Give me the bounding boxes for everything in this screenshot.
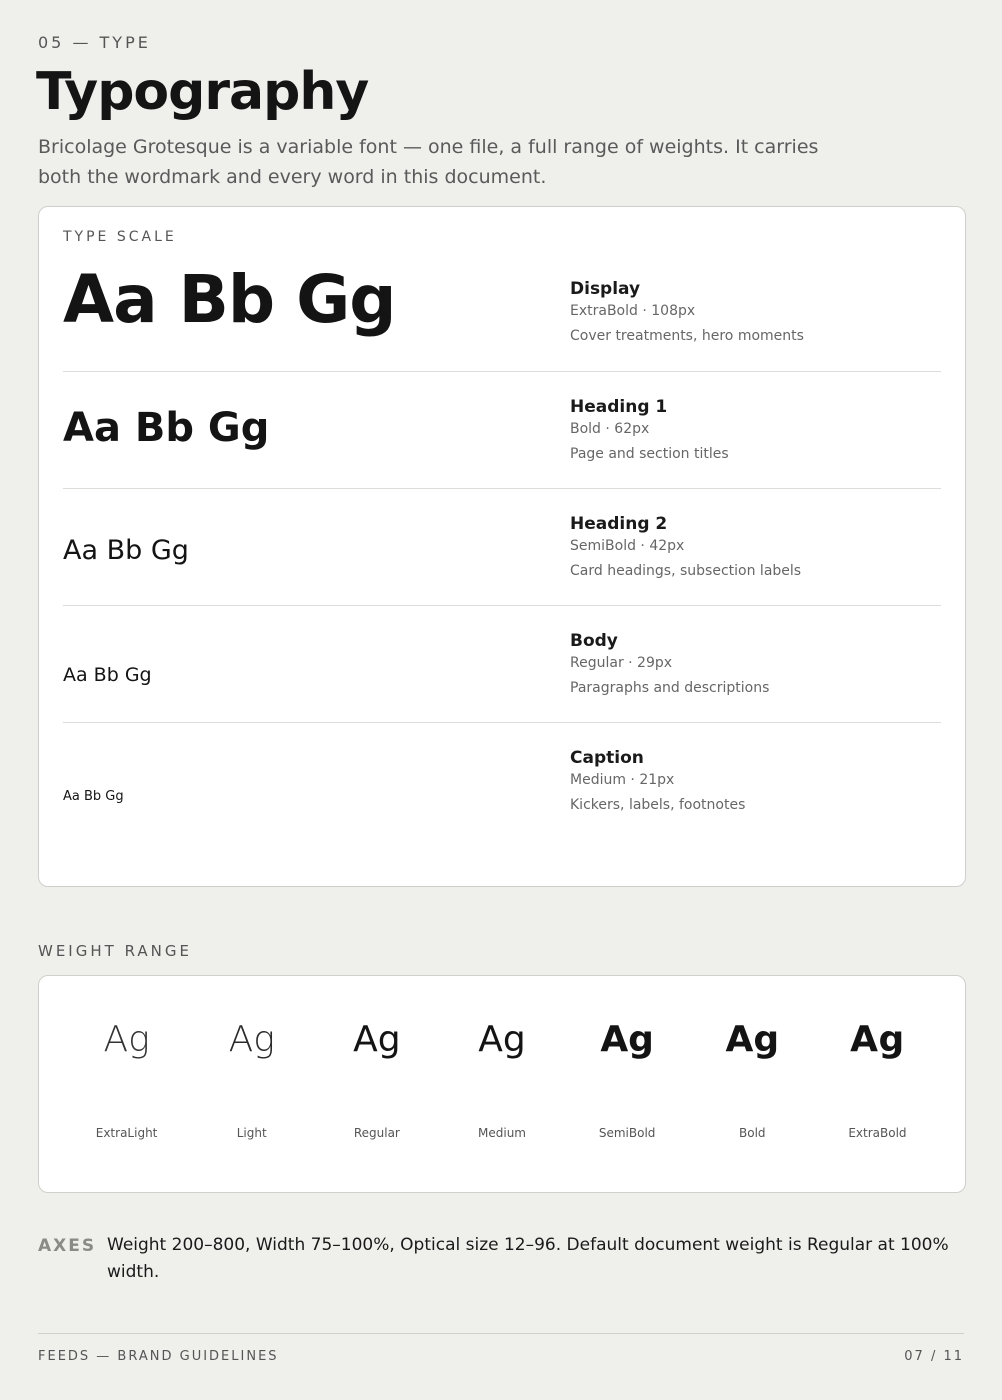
heading1-name: Heading 1 <box>570 397 668 417</box>
heading1-meta: Heading 1 Bold · 62px Page and section t… <box>570 397 729 462</box>
weight-item-light: Ag Light <box>189 976 314 1192</box>
type-scale-row-body: Aa Bb Gg Body Regular · 29px Paragraphs … <box>63 606 941 723</box>
weight-item-bold: Ag Bold <box>690 976 815 1192</box>
weight-list: Ag ExtraLight Ag Light Ag Regular Ag Med… <box>64 976 940 1192</box>
heading2-spec: SemiBold · 42px <box>570 538 685 554</box>
body-meta: Body Regular · 29px Paragraphs and descr… <box>570 631 769 696</box>
weight-glyph: Ag <box>600 1019 654 1060</box>
display-spec: ExtraBold · 108px <box>570 303 696 319</box>
weight-name: Medium <box>478 1126 526 1140</box>
weight-name: Light <box>236 1126 267 1140</box>
weight-item-regular: Ag Regular <box>314 976 439 1192</box>
type-scale-row-heading1: Aa Bb Gg Heading 1 Bold · 62px Page and … <box>63 372 941 489</box>
weight-glyph: Ag <box>103 1019 150 1060</box>
heading2-name: Heading 2 <box>570 514 668 534</box>
heading1-sample: Aa Bb Gg <box>63 405 270 451</box>
display-use: Cover treatments, hero moments <box>570 328 804 344</box>
weight-item-extralight: Ag ExtraLight <box>64 976 189 1192</box>
weight-glyph: Ag <box>850 1019 905 1060</box>
weight-name: ExtraBold <box>848 1126 907 1140</box>
heading1-use: Page and section titles <box>570 446 729 462</box>
type-scale-row-display: Aa Bb Gg Display ExtraBold · 108px Cover… <box>63 247 941 372</box>
footer-page-number: 07 / 11 <box>904 1349 964 1364</box>
weight-range-label: WEIGHT RANGE <box>38 942 192 960</box>
body-sample: Aa Bb Gg <box>63 664 152 686</box>
heading2-meta: Heading 2 SemiBold · 42px Card headings,… <box>570 514 801 579</box>
type-scale-row-caption: Aa Bb Gg Caption Medium · 21px Kickers, … <box>63 723 941 873</box>
caption-sample: Aa Bb Gg <box>63 789 124 804</box>
weight-range-card: Ag ExtraLight Ag Light Ag Regular Ag Med… <box>38 975 966 1193</box>
caption-meta: Caption Medium · 21px Kickers, labels, f… <box>570 748 745 813</box>
page-kicker: 05 — TYPE <box>38 33 151 52</box>
caption-name: Caption <box>570 748 644 768</box>
display-name: Display <box>570 279 641 299</box>
weight-item-semibold: Ag SemiBold <box>565 976 690 1192</box>
heading2-use: Card headings, subsection labels <box>570 563 802 579</box>
type-scale-label: TYPE SCALE <box>63 229 177 245</box>
axes-text: Weight 200–800, Width 75–100%, Optical s… <box>107 1235 949 1282</box>
caption-use: Kickers, labels, footnotes <box>570 797 746 813</box>
weight-name: Regular <box>353 1126 400 1140</box>
display-meta: Display ExtraBold · 108px Cover treatmen… <box>570 279 804 344</box>
footer-document-title: FEEDS — BRAND GUIDELINES <box>38 1349 279 1364</box>
weight-name: Bold <box>739 1126 766 1140</box>
weight-item-medium: Ag Medium <box>439 976 564 1192</box>
footer-divider <box>38 1333 964 1334</box>
body-spec: Regular · 29px <box>570 655 673 671</box>
body-use: Paragraphs and descriptions <box>570 680 770 696</box>
type-scale-row-heading2: Aa Bb Gg Heading 2 SemiBold · 42px Card … <box>63 489 941 606</box>
page-title: Typography <box>36 62 369 122</box>
intro-paragraph: Bricolage Grotesque is a variable font —… <box>38 136 819 188</box>
weight-glyph: Ag <box>478 1019 526 1060</box>
weight-item-extrabold: Ag ExtraBold <box>815 976 940 1192</box>
display-sample: Aa Bb Gg <box>63 261 397 338</box>
weight-glyph: Ag <box>228 1019 275 1060</box>
weight-glyph: Ag <box>353 1019 401 1060</box>
heading2-sample: Aa Bb Gg <box>63 535 189 566</box>
weight-glyph: Ag <box>725 1019 780 1060</box>
caption-spec: Medium · 21px <box>570 772 675 788</box>
weight-name: ExtraLight <box>95 1126 158 1140</box>
type-scale-card: TYPE SCALE Aa Bb Gg Display ExtraBold · … <box>38 206 966 887</box>
heading1-spec: Bold · 62px <box>570 421 650 437</box>
body-name: Body <box>570 631 618 651</box>
axes-label: AXES <box>38 1236 97 1256</box>
weight-name: SemiBold <box>598 1126 656 1140</box>
